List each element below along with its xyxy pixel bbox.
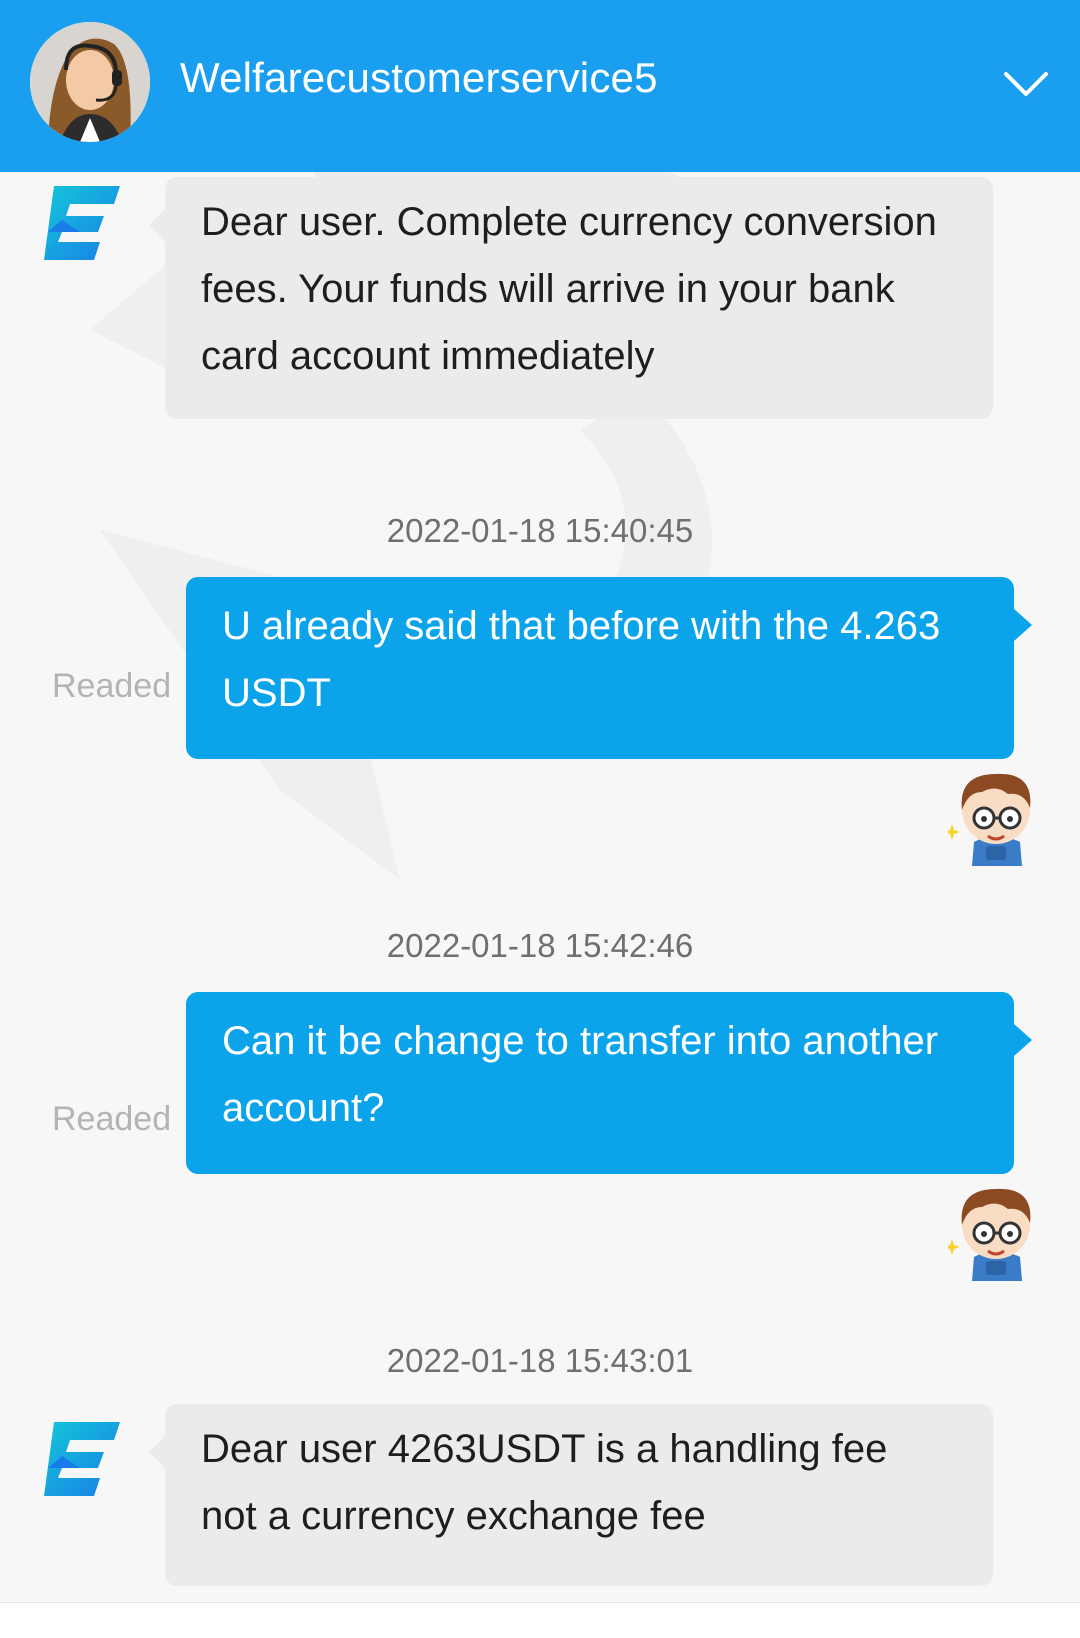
message-bubble[interactable]: U already said that before with the 4.26…: [186, 577, 1032, 759]
message-line: fees. Your funds will arrive in your ban…: [201, 267, 895, 311]
message-line: U already said that before with the 4.26…: [222, 604, 941, 648]
exchange-logo-icon[interactable]: [40, 180, 124, 264]
message-timestamp: 2022-01-18 15:40:45: [386, 512, 694, 549]
read-status: Readed: [52, 1100, 172, 1138]
user-avatar[interactable]: [948, 1177, 1044, 1281]
message-outgoing: Readed U already said that before with t…: [0, 577, 1080, 867]
message-bubble[interactable]: Dear user. Complete currency conversion …: [149, 177, 993, 419]
message-line: card account immediately: [201, 334, 655, 378]
exchange-logo-icon[interactable]: [40, 1416, 124, 1500]
message-composer-bar[interactable]: [0, 1602, 1080, 1638]
user-avatar[interactable]: [948, 762, 1044, 866]
dropdown-button[interactable]: [994, 52, 1058, 116]
read-status: Readed: [52, 667, 172, 705]
message-line: account?: [222, 1086, 385, 1130]
message-incoming: Dear user 4263USDT is a handling fee not…: [0, 1404, 1080, 1594]
agent-name: Welfarecustomerservice5: [180, 54, 658, 101]
message-line: Dear user 4263USDT is a handling fee: [201, 1427, 888, 1471]
message-timestamp: 2022-01-18 15:42:46: [386, 927, 694, 964]
message-outgoing: Readed Can it be change to transfer into…: [0, 992, 1080, 1282]
message-line: Dear user. Complete currency conversion: [201, 200, 937, 244]
message-bubble[interactable]: Can it be change to transfer into anothe…: [186, 992, 1032, 1174]
agent-avatar[interactable]: [30, 22, 150, 142]
message-line: USDT: [222, 671, 331, 715]
message-line: Can it be change to transfer into anothe…: [222, 1019, 939, 1063]
message-list[interactable]: Dear user. Complete currency conversion …: [0, 172, 1080, 1602]
message-incoming: Dear user. Complete currency conversion …: [0, 172, 1080, 432]
chat-header: Welfarecustomerservice5: [0, 0, 1080, 172]
agent-photo: [30, 22, 150, 142]
message-line: not a currency exchange fee: [201, 1494, 706, 1538]
message-timestamp: 2022-01-18 15:43:01: [386, 1342, 694, 1379]
chevron-down-icon: [1004, 72, 1048, 96]
message-bubble[interactable]: Dear user 4263USDT is a handling fee not…: [149, 1404, 993, 1586]
